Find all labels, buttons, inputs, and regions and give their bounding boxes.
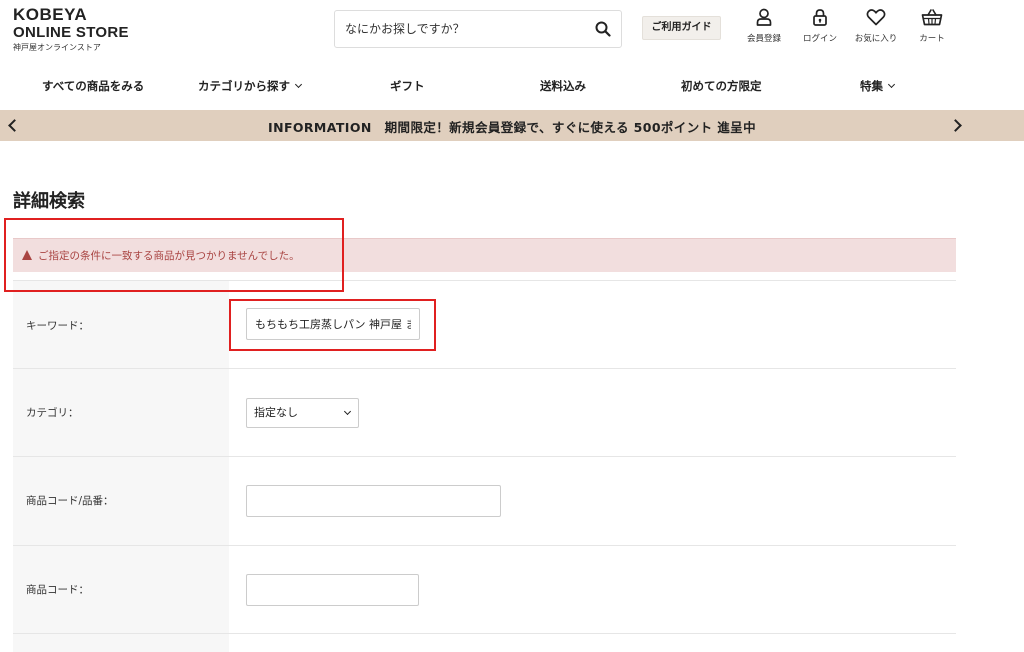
favorites-label: お気に入り (854, 34, 898, 44)
login-label: ログイン (802, 34, 837, 44)
nav-item-first-time[interactable]: 初めての方限定 (681, 78, 762, 94)
nav-item-features[interactable]: 特集 (860, 78, 896, 94)
product-code-label: 商品コード/品番： (26, 495, 114, 507)
member-register-link[interactable]: 会員登録 (734, 8, 794, 50)
logo-text-kobeya: KOBEYA (13, 5, 88, 24)
cart-icon (921, 9, 943, 26)
nav-item-free-shipping[interactable]: 送料込み (540, 78, 586, 94)
product-code-input[interactable] (246, 485, 501, 517)
search-input[interactable] (345, 19, 575, 39)
category-label: カテゴリ： (26, 407, 79, 419)
nav-item-all-products[interactable]: すべての商品をみる (42, 78, 144, 94)
nav-item-label: カテゴリから探す (198, 79, 290, 93)
form-label-cell: キーワード： (13, 281, 229, 368)
category-field-wrap: 指定なし (246, 398, 359, 428)
form-label-cell (13, 634, 229, 652)
nav-item-category[interactable]: カテゴリから探す (198, 78, 303, 94)
nav-item-label: 特集 (860, 79, 883, 93)
login-link[interactable]: ログイン (790, 8, 850, 50)
nav-item-label: ギフト (390, 79, 425, 93)
keyword-label: キーワード： (26, 320, 89, 332)
page-title: 詳細検索 (13, 191, 85, 212)
form-label-cell: カテゴリ： (13, 369, 229, 456)
nav-item-label: 初めての方限定 (681, 79, 762, 93)
form-label-cell: 商品コード： (13, 546, 229, 633)
chevron-down-icon (887, 80, 896, 89)
chevron-down-icon (343, 407, 352, 416)
category-select-value: 指定なし (254, 406, 298, 419)
keyword-input[interactable] (246, 308, 420, 340)
main-nav: すべての商品をみる カテゴリから探す ギフト 送料込み 初めての方限定 特集 (0, 76, 1024, 98)
alert-message: ご指定の条件に一致する商品が見つかりませんでした。 (38, 250, 300, 262)
logo-subtitle: 神戸屋オンラインストア (13, 43, 101, 52)
no-results-alert: ご指定の条件に一致する商品が見つかりませんでした。 (13, 238, 956, 272)
logo-text-online-store: ONLINE STORE (13, 24, 129, 41)
form-row-next (13, 634, 956, 652)
favorites-link[interactable]: お気に入り (846, 8, 906, 50)
warning-icon (22, 250, 32, 260)
site-header: KOBEYA ONLINE STORE 神戸屋オンラインストア ご利用ガイド 会… (0, 0, 1024, 66)
form-row-product-code: 商品コード/品番： (13, 457, 956, 546)
form-row-keyword: キーワード： (13, 280, 956, 369)
code-input[interactable] (246, 574, 419, 606)
advanced-search-form: キーワード： カテゴリ： 指定なし 商品コード/品番： 商品コード： (13, 280, 956, 652)
nav-item-gift[interactable]: ギフト (390, 78, 425, 94)
chevron-down-icon (294, 80, 303, 89)
search-box (334, 10, 622, 48)
information-banner: INFORMATION 期間限定！新規会員登録で、すぐに使える 500ポイント … (0, 110, 1024, 141)
cart-link[interactable]: カート (902, 8, 962, 50)
search-icon[interactable] (595, 21, 611, 37)
heart-icon (866, 9, 886, 26)
code-field-wrap (246, 574, 419, 606)
information-text[interactable]: INFORMATION 期間限定！新規会員登録で、すぐに使える 500ポイント … (0, 117, 1024, 136)
code-label: 商品コード： (26, 584, 89, 596)
form-row-category: カテゴリ： 指定なし (13, 369, 956, 457)
category-select[interactable]: 指定なし (246, 398, 359, 428)
product-code-field-wrap (246, 485, 501, 517)
lock-icon (813, 9, 827, 26)
cart-label: カート (919, 34, 945, 44)
nav-item-label: 送料込み (540, 79, 586, 93)
page: KOBEYA ONLINE STORE 神戸屋オンラインストア ご利用ガイド 会… (0, 0, 1024, 652)
nav-item-label: すべての商品をみる (42, 79, 145, 93)
site-logo[interactable]: KOBEYA ONLINE STORE 神戸屋オンラインストア (13, 5, 129, 53)
guide-button[interactable]: ご利用ガイド (642, 16, 721, 40)
keyword-field-wrap (246, 308, 420, 340)
form-label-cell: 商品コード/品番： (13, 457, 229, 545)
person-icon (756, 8, 772, 26)
form-row-code: 商品コード： (13, 546, 956, 634)
member-register-label: 会員登録 (746, 34, 781, 44)
